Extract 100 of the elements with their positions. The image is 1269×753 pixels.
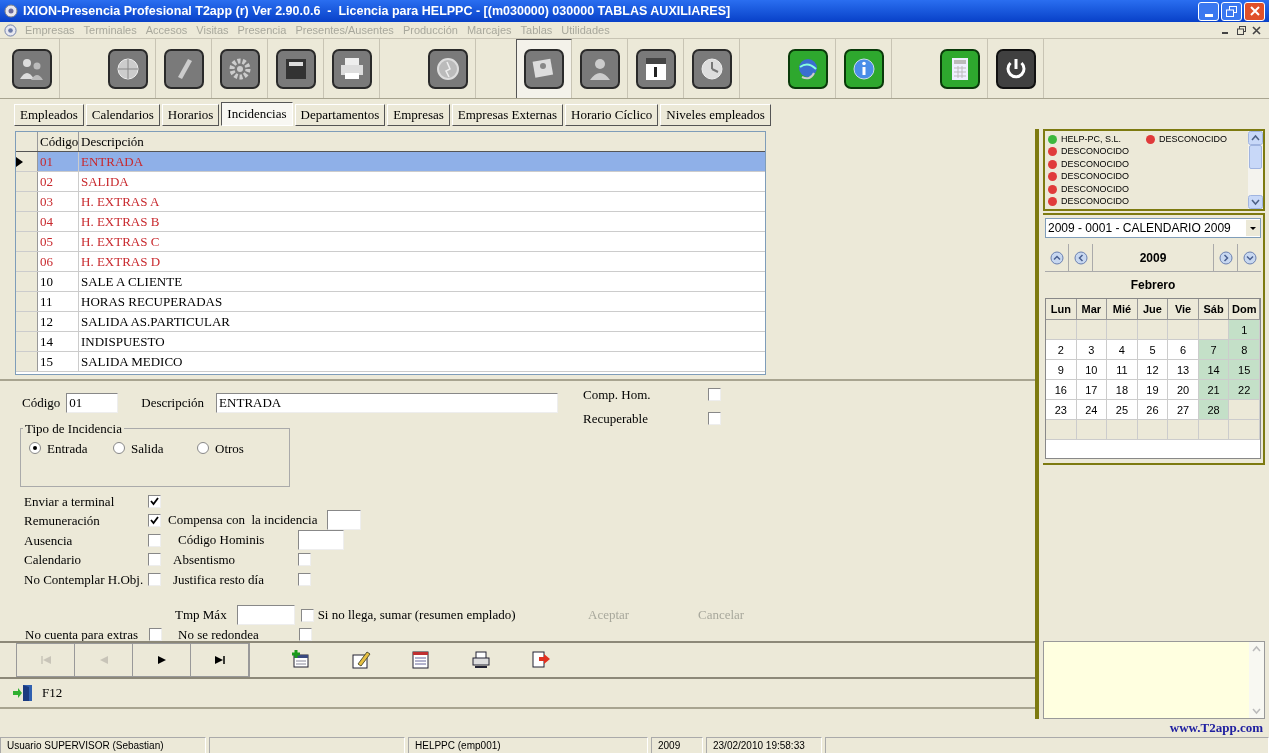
calendar-day[interactable]: 10 (1076, 360, 1108, 380)
globe-icon (107, 48, 148, 89)
table-row[interactable]: 11 HORAS RECUPERADAS (16, 292, 765, 312)
tab[interactable]: Horarios (161, 104, 220, 126)
calendar-day[interactable]: 25 (1107, 400, 1138, 420)
description-field[interactable]: ENTRADA (216, 393, 559, 413)
calendar-day[interactable]: 2 (1046, 340, 1077, 360)
close-icon[interactable] (1252, 25, 1261, 35)
checkbox-label: Si no llega, sumar (resumen emplado) (317, 606, 516, 625)
checkbox[interactable] (299, 628, 312, 642)
calendar-day[interactable]: 26 (1137, 400, 1169, 420)
table-cell: 12 (38, 312, 79, 331)
radio-button[interactable] (113, 442, 125, 455)
column-header[interactable]: Código (38, 132, 79, 151)
tab[interactable]: Incidencias (221, 102, 293, 126)
table-cell-text: H. EXTRAS A (80, 193, 161, 211)
time-field[interactable] (236, 605, 295, 625)
restore-icon[interactable] (1237, 25, 1246, 35)
calendar-day[interactable]: 23 (1046, 400, 1077, 420)
dropdown-icon (1246, 220, 1260, 236)
column-header[interactable]: Descripción (79, 132, 765, 151)
calendar-day[interactable]: 24 (1076, 400, 1108, 420)
checkbox[interactable] (148, 513, 161, 527)
scroll-thumb[interactable] (1249, 145, 1262, 169)
calendar-day[interactable]: 12 (1137, 360, 1169, 380)
table-row[interactable]: 03 H. EXTRAS A (16, 192, 765, 212)
scrollbar[interactable] (1248, 131, 1263, 209)
notes-area[interactable] (1043, 641, 1265, 719)
tab[interactable]: Empleados (14, 104, 84, 126)
checkbox-label: Comp. Hom. (583, 386, 652, 404)
checkbox[interactable] (708, 411, 721, 425)
calendar-day[interactable]: 16 (1046, 380, 1077, 400)
coin-icon (427, 48, 468, 89)
minimize-button[interactable] (1198, 1, 1219, 21)
calendar-day[interactable]: 19 (1137, 380, 1169, 400)
calendar-day[interactable]: 14 (1198, 360, 1230, 380)
table-row[interactable]: 05 H. EXTRAS C (16, 232, 765, 252)
table-row[interactable]: 06 H. EXTRAS D (16, 252, 765, 272)
checkbox[interactable] (148, 553, 161, 567)
scroll-down-icon[interactable] (1248, 195, 1263, 209)
toolbar-button[interactable] (516, 39, 572, 98)
calendar-day[interactable]: 7 (1198, 340, 1230, 360)
table-cell: 10 (38, 272, 79, 291)
text-field[interactable] (298, 530, 344, 550)
table-row[interactable]: 04 H. EXTRAS B (16, 212, 765, 232)
calendar-select[interactable]: 2009 - 0001 - CALENDARIO 2009 (1045, 218, 1261, 238)
text-field[interactable] (327, 510, 362, 530)
checkbox[interactable] (708, 388, 721, 402)
scrollbar[interactable] (1249, 642, 1264, 718)
photo-icon (524, 49, 564, 89)
radio-button[interactable] (197, 442, 209, 455)
code-field[interactable]: 01 (66, 393, 119, 413)
table-cell: 11 (38, 292, 79, 311)
tab[interactable]: Departamentos (294, 104, 386, 126)
checkbox[interactable] (148, 495, 161, 508)
exit-door-icon[interactable] (12, 684, 34, 702)
table-row[interactable]: 14 INDISPUESTO (16, 332, 765, 352)
calendar-day[interactable]: 8 (1229, 340, 1260, 360)
close-button[interactable] (1244, 1, 1265, 21)
calendar-day[interactable]: 5 (1137, 340, 1169, 360)
calendar-day[interactable]: 18 (1107, 380, 1138, 400)
checkbox[interactable] (148, 572, 161, 586)
table-row[interactable]: 02 SALIDA (16, 172, 765, 192)
table-row[interactable]: 15 SALIDA MEDICO (16, 352, 765, 372)
calendar-day[interactable]: 15 (1229, 360, 1260, 380)
table-row[interactable]: 10 SALE A CLIENTE (16, 272, 765, 292)
checkbox[interactable] (300, 608, 314, 622)
radio-button[interactable] (29, 442, 41, 455)
website-link[interactable]: www.T2app.com (1169, 718, 1263, 738)
calendar-day[interactable]: 22 (1229, 380, 1260, 400)
checkbox[interactable] (298, 572, 311, 586)
radio-label: Otros (215, 439, 244, 458)
calendar-day[interactable]: 28 (1198, 400, 1230, 420)
calendar-day[interactable]: 13 (1168, 360, 1199, 380)
tab[interactable]: Calendarios (85, 104, 160, 126)
app-icon (4, 4, 18, 18)
table-row[interactable]: 12 SALIDA AS.PARTICULAR (16, 312, 765, 332)
calendar-day[interactable]: 1 (1229, 320, 1260, 340)
calendar-day[interactable]: 11 (1107, 360, 1138, 380)
calendar-day[interactable]: 9 (1046, 360, 1077, 380)
calendar-day[interactable]: 20 (1168, 380, 1199, 400)
status-label: DESCONOCIDO (1061, 196, 1129, 208)
tab[interactable]: Empresas Externas (451, 104, 564, 126)
table-cell-text: HORAS RECUPERADAS (80, 293, 224, 311)
pen-icon (163, 48, 204, 89)
calendar-day[interactable]: 6 (1168, 340, 1199, 360)
checkbox[interactable] (149, 628, 162, 642)
restore-button[interactable] (1221, 1, 1242, 21)
restore-icon (1226, 5, 1237, 17)
tab[interactable]: Empresas (387, 104, 450, 126)
tab[interactable]: Niveles empleados (660, 104, 771, 126)
calendar-day[interactable]: 27 (1168, 400, 1199, 420)
calendar-day[interactable]: 3 (1076, 340, 1108, 360)
checkbox[interactable] (148, 533, 161, 547)
calendar-day[interactable]: 4 (1107, 340, 1138, 360)
checkbox[interactable] (298, 553, 311, 567)
tab[interactable]: Horario Cíclico (565, 104, 659, 126)
calendar-day[interactable]: 17 (1076, 380, 1108, 400)
calendar-day[interactable]: 21 (1198, 380, 1230, 400)
scroll-up-icon[interactable] (1248, 131, 1263, 145)
